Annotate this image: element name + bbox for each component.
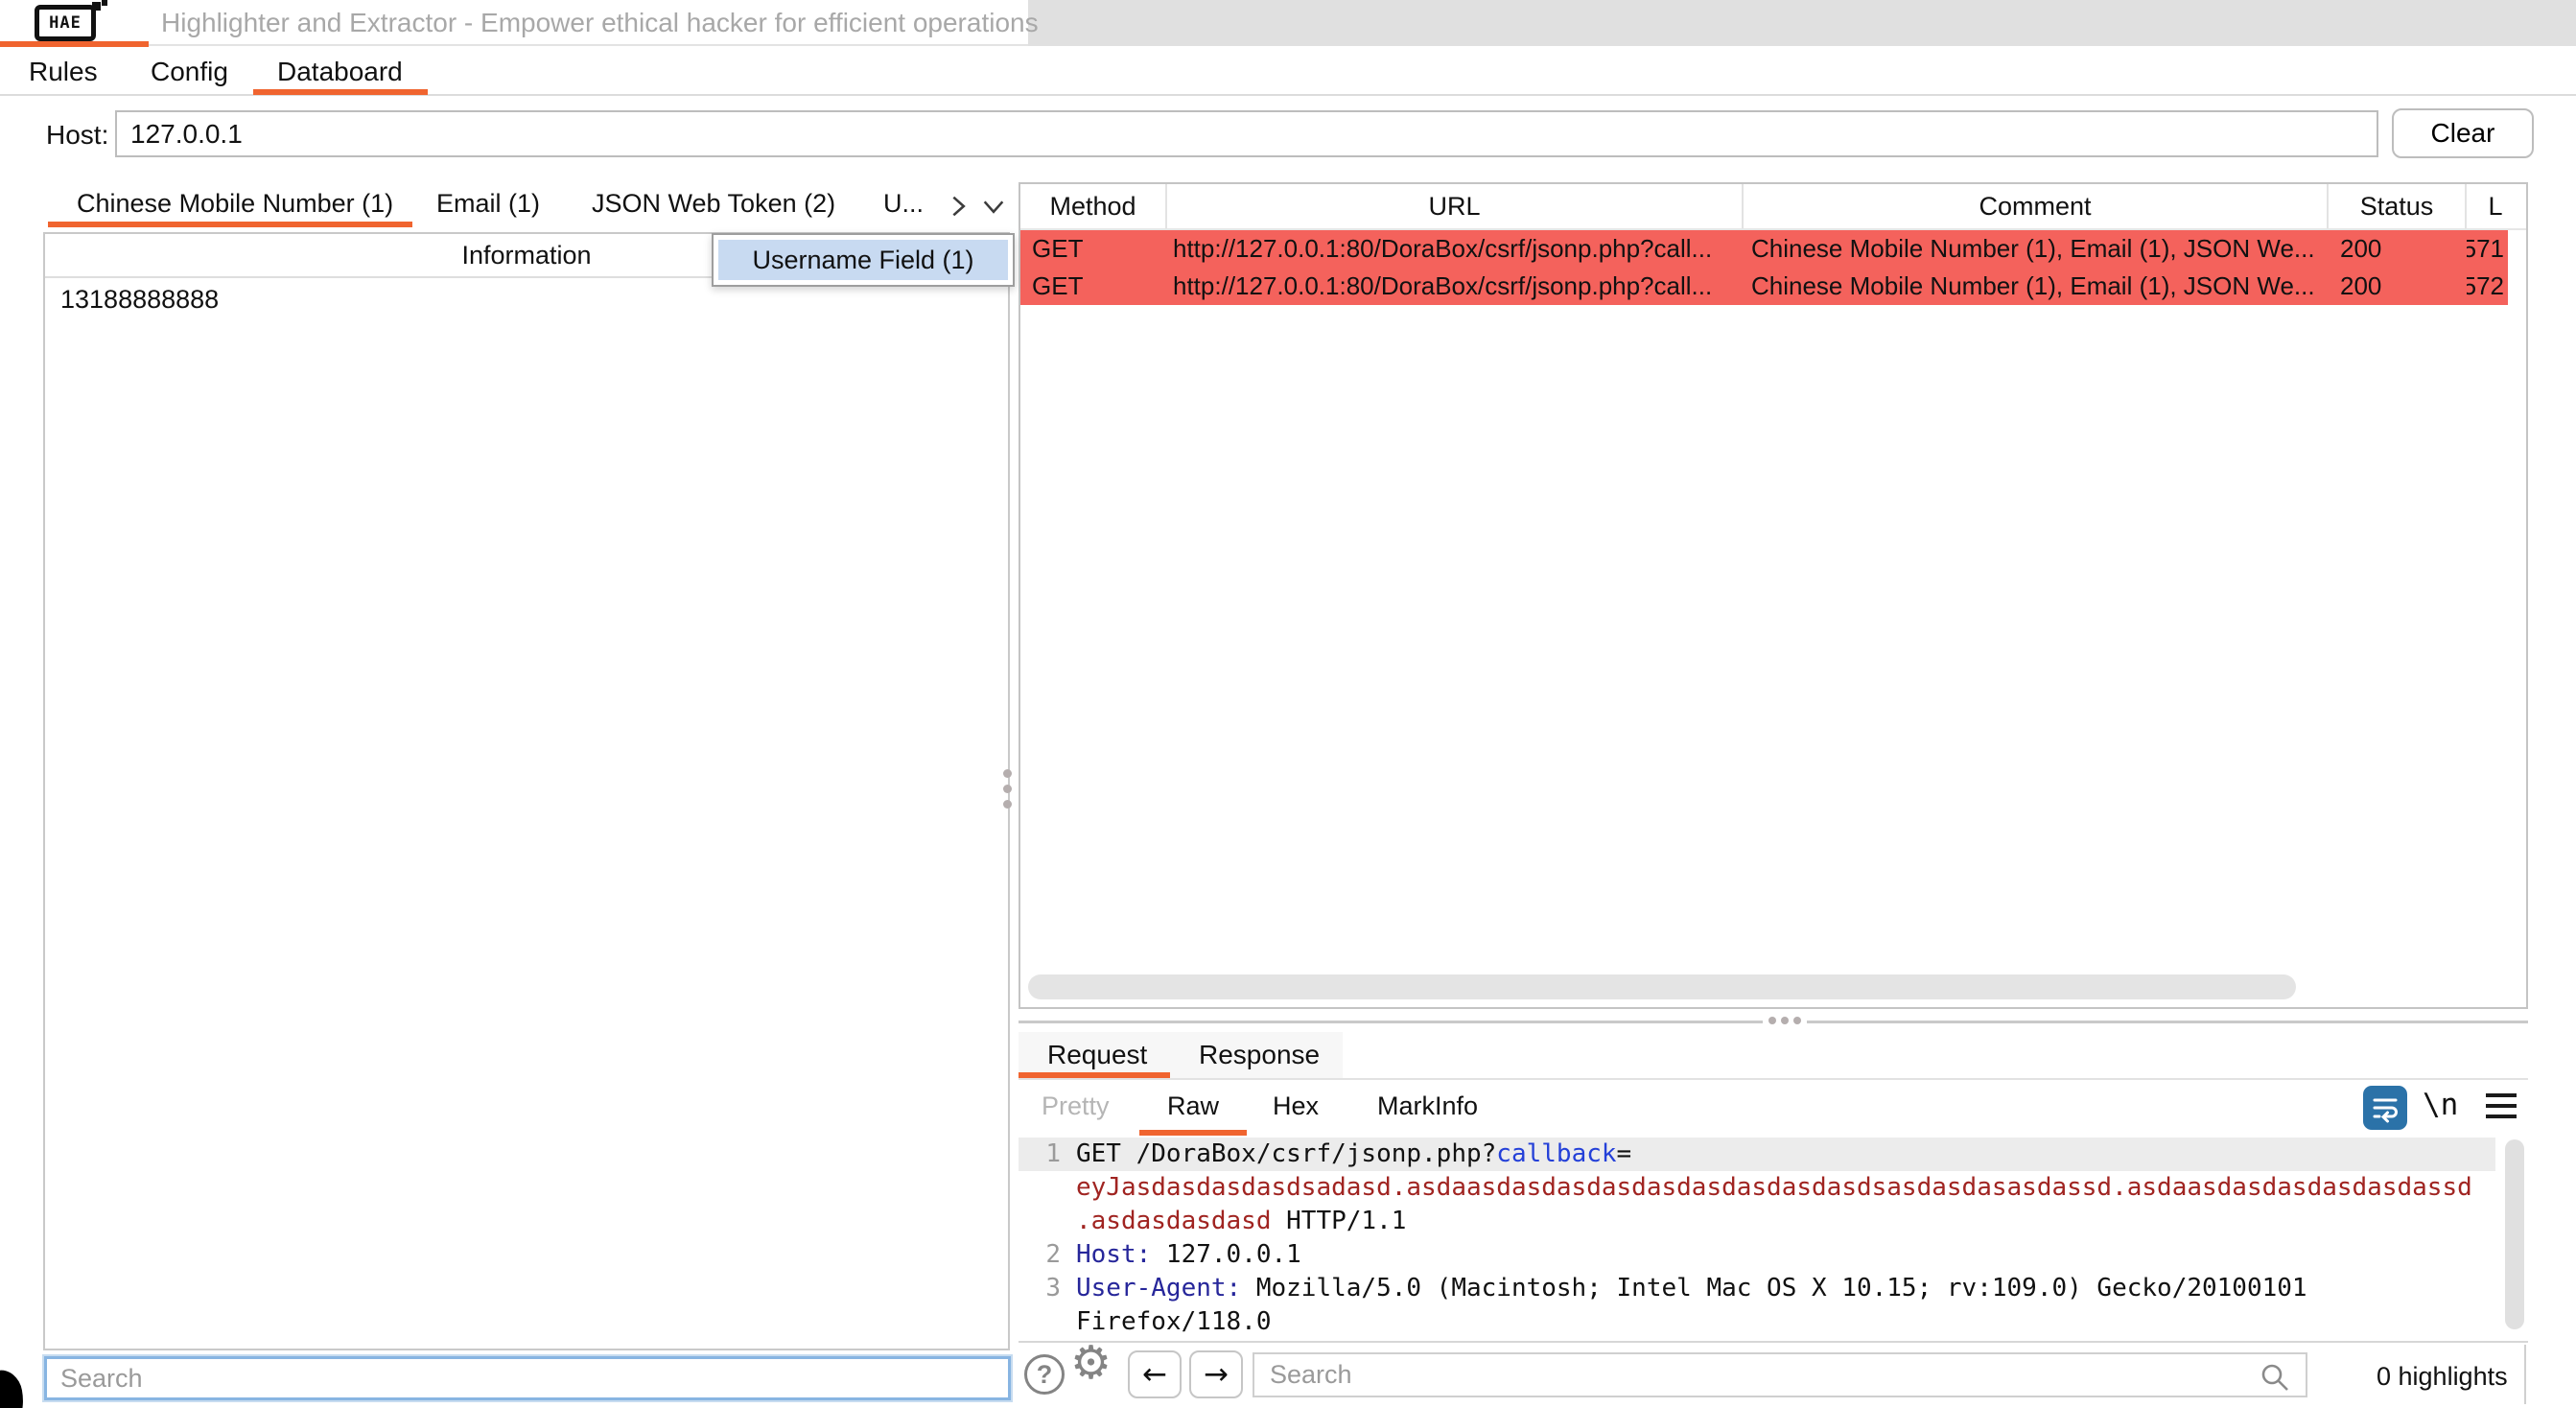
clear-button[interactable]: Clear	[2392, 108, 2534, 158]
left-tab-active-underline	[48, 222, 412, 227]
hae-databoard-screen: HAE Highlighter and Extractor - Empower …	[0, 0, 2576, 1408]
column-header-url[interactable]: URL	[1167, 184, 1744, 228]
title-bar-gray-area	[1028, 0, 2576, 46]
tab-raw[interactable]: Raw	[1167, 1091, 1219, 1121]
editor-view-tab-bar: Pretty Raw Hex MarkInfo \n	[1019, 1082, 2528, 1138]
editor-line: eyJasdasdasdasdsadasd.asdaasdasdasdasdas…	[1019, 1171, 2528, 1205]
dropdown-item-username-field[interactable]: Username Field (1)	[718, 240, 1008, 280]
search-magnifier-icon	[2260, 1362, 2290, 1397]
information-table: Information 13188888888	[43, 232, 1010, 1350]
menu-icon[interactable]	[2486, 1093, 2517, 1118]
tab-email[interactable]: Email (1)	[436, 189, 540, 219]
cell-length: 572	[2467, 268, 2508, 305]
nav-tab-bar: Rules Config Databoard	[0, 48, 2576, 96]
tab-json-web-token[interactable]: JSON Web Token (2)	[592, 189, 835, 219]
hae-logo-pixel	[92, 2, 101, 11]
column-header-length[interactable]: L	[2467, 184, 2524, 228]
chevron-down-icon[interactable]	[980, 193, 1007, 224]
cell-method: GET	[1020, 268, 1167, 305]
cell-url: http://127.0.0.1:80/DoraBox/csrf/jsonp.p…	[1167, 230, 1744, 268]
horizontal-scrollbar-thumb[interactable]	[1028, 974, 2296, 999]
tab-pretty: Pretty	[1042, 1091, 1110, 1121]
editor-search-input[interactable]	[1253, 1352, 2307, 1397]
hae-logo-icon[interactable]: HAE	[35, 5, 96, 41]
table-row[interactable]: GET http://127.0.0.1:80/DoraBox/csrf/jso…	[1020, 268, 2508, 305]
help-icon[interactable]: ?	[1024, 1354, 1065, 1395]
table-row[interactable]: GET http://127.0.0.1:80/DoraBox/csrf/jso…	[1020, 230, 2508, 268]
tab-databoard[interactable]: Databoard	[277, 57, 403, 87]
left-search-input[interactable]	[44, 1356, 1011, 1400]
gear-icon[interactable]: ⚙	[1070, 1341, 1112, 1387]
editor-line: .asdasdasdasd HTTP/1.1	[1019, 1205, 2528, 1238]
cell-status: 200	[2329, 268, 2467, 305]
cell-comment: Chinese Mobile Number (1), Email (1), JS…	[1744, 268, 2329, 305]
requests-table-panel: Method URL Comment Status L GET http://1…	[1019, 182, 2528, 1009]
vertical-splitter-handle[interactable]	[1003, 769, 1012, 809]
cell-status: 200	[2329, 230, 2467, 268]
title-bar: HAE Highlighter and Extractor - Empower …	[0, 0, 2576, 46]
editor-line: Firefox/118.0	[1019, 1305, 2528, 1339]
message-tab-bar: Request Response	[1019, 1032, 2528, 1080]
column-header-status[interactable]: Status	[2329, 184, 2467, 228]
request-tab-active-underline	[1019, 1072, 1170, 1078]
host-input[interactable]	[115, 110, 2378, 157]
toolbar-divider	[2524, 1345, 2526, 1404]
horizontal-splitter-handle[interactable]	[1763, 1017, 1807, 1024]
next-highlight-button[interactable]: →	[1189, 1350, 1243, 1398]
cell-method: GET	[1020, 230, 1167, 268]
cell-comment: Chinese Mobile Number (1), Email (1), JS…	[1744, 230, 2329, 268]
prev-highlight-button[interactable]: ←	[1128, 1350, 1182, 1398]
column-header-method[interactable]: Method	[1020, 184, 1167, 228]
newline-toggle-icon[interactable]: \n	[2423, 1088, 2458, 1122]
chevron-right-icon[interactable]	[945, 193, 972, 224]
hae-logo-pixel	[102, 0, 107, 6]
highlights-count: 0 highlights	[2377, 1362, 2508, 1392]
app-title: Highlighter and Extractor - Empower ethi…	[161, 8, 1039, 38]
editor-line: 1GET /DoraBox/csrf/jsonp.php?callback=	[1019, 1138, 2495, 1171]
arrow-right-icon: →	[1204, 1357, 1229, 1392]
cell-url: http://127.0.0.1:80/DoraBox/csrf/jsonp.p…	[1167, 268, 1744, 305]
raw-tab-active-underline	[1139, 1130, 1247, 1136]
editor-vertical-scrollbar-thumb[interactable]	[2505, 1139, 2524, 1329]
requests-table-header: Method URL Comment Status L	[1020, 184, 2526, 230]
tab-username-truncated[interactable]: U...	[883, 189, 924, 219]
cell-length: 571	[2467, 230, 2508, 268]
tab-request[interactable]: Request	[1047, 1040, 1147, 1070]
tab-config[interactable]: Config	[151, 57, 228, 87]
tab-chinese-mobile-number[interactable]: Chinese Mobile Number (1)	[77, 189, 393, 219]
tab-overflow-dropdown: Username Field (1)	[712, 233, 1015, 287]
column-header-comment[interactable]: Comment	[1744, 184, 2329, 228]
hae-tab-active-underline	[0, 41, 149, 47]
databoard-active-underline	[253, 89, 428, 95]
request-editor[interactable]: 1GET /DoraBox/csrf/jsonp.php?callback= e…	[1019, 1138, 2528, 1343]
mouse-cursor	[0, 1367, 28, 1408]
tab-rules[interactable]: Rules	[29, 57, 98, 87]
tab-markinfo[interactable]: MarkInfo	[1377, 1091, 1478, 1121]
host-label: Host:	[46, 120, 108, 151]
tab-response[interactable]: Response	[1199, 1040, 1320, 1070]
editor-line: 2Host: 127.0.0.1	[1019, 1238, 2528, 1272]
hae-logo-text: HAE	[49, 13, 82, 33]
tab-hex[interactable]: Hex	[1273, 1091, 1319, 1121]
editor-line: 3User-Agent: Mozilla/5.0 (Macintosh; Int…	[1019, 1272, 2528, 1305]
word-wrap-icon[interactable]	[2363, 1086, 2407, 1130]
arrow-left-icon: ←	[1142, 1357, 1167, 1392]
